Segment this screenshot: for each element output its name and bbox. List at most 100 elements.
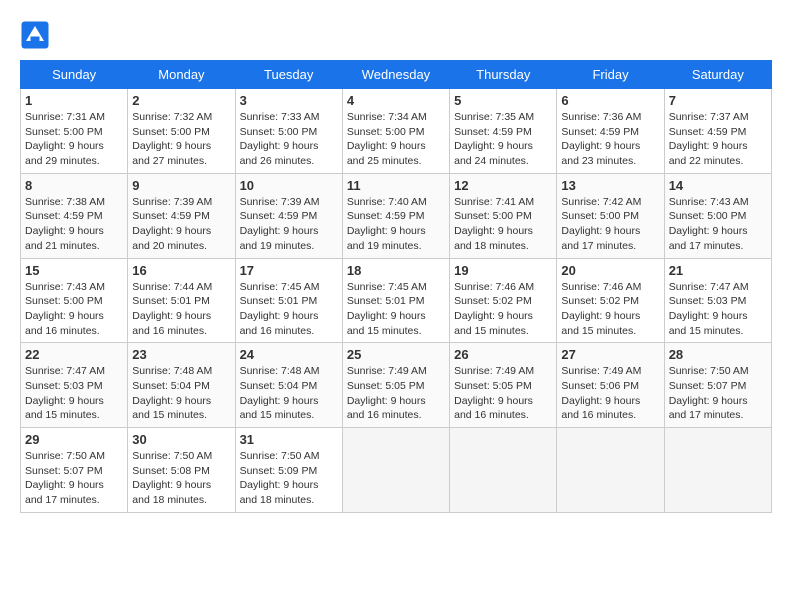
- day-info: Sunrise: 7:39 AMSunset: 4:59 PMDaylight:…: [240, 195, 338, 254]
- day-info: Sunrise: 7:45 AMSunset: 5:01 PMDaylight:…: [240, 280, 338, 339]
- calendar-day: [450, 428, 557, 513]
- day-number: 7: [669, 93, 767, 108]
- day-number: 23: [132, 347, 230, 362]
- calendar-day: [342, 428, 449, 513]
- calendar-day: 9Sunrise: 7:39 AMSunset: 4:59 PMDaylight…: [128, 173, 235, 258]
- calendar-day: 22Sunrise: 7:47 AMSunset: 5:03 PMDayligh…: [21, 343, 128, 428]
- day-info: Sunrise: 7:38 AMSunset: 4:59 PMDaylight:…: [25, 195, 123, 254]
- calendar-day: 27 Sunrise: 7:49 AMSunset: 5:06 PMDayligh…: [557, 343, 664, 428]
- day-number: 25: [347, 347, 445, 362]
- calendar-day: 31 Sunrise: 7:50 AMSunset: 5:09 PMDayligh…: [235, 428, 342, 513]
- day-info: Sunrise: 7:48 AMSunset: 5:04 PMDaylight:…: [240, 364, 338, 423]
- day-number: 11: [347, 178, 445, 193]
- day-info: Sunrise: 7:32 AMSunset: 5:00 PMDaylight:…: [132, 110, 230, 169]
- day-info: Sunrise: 7:47 AMSunset: 5:03 PMDaylight:…: [669, 280, 767, 339]
- calendar-day: 8 Sunrise: 7:38 AMSunset: 4:59 PMDaylight…: [21, 173, 128, 258]
- day-info: Sunrise: 7:41 AMSunset: 5:00 PMDaylight:…: [454, 195, 552, 254]
- weekday-header: Monday: [128, 61, 235, 89]
- day-number: 2: [132, 93, 230, 108]
- day-number: 26: [454, 347, 552, 362]
- calendar-day: 17 Sunrise: 7:45 AMSunset: 5:01 PMDayligh…: [235, 258, 342, 343]
- day-number: 18: [347, 263, 445, 278]
- calendar-day: 12 Sunrise: 7:41 AMSunset: 5:00 PMDayligh…: [450, 173, 557, 258]
- day-number: 1: [25, 93, 123, 108]
- calendar-day: 19 Sunrise: 7:46 AMSunset: 5:02 PMDayligh…: [450, 258, 557, 343]
- calendar-day: 11 Sunrise: 7:40 AMSunset: 4:59 PMDayligh…: [342, 173, 449, 258]
- day-info: Sunrise: 7:43 AMSunset: 5:00 PMDaylight:…: [669, 195, 767, 254]
- day-info: Sunrise: 7:34 AMSunset: 5:00 PMDaylight:…: [347, 110, 445, 169]
- calendar-day: 6 Sunrise: 7:36 AMSunset: 4:59 PMDaylight…: [557, 89, 664, 174]
- weekday-header: Thursday: [450, 61, 557, 89]
- day-info: Sunrise: 7:50 AMSunset: 5:07 PMDaylight:…: [669, 364, 767, 423]
- day-number: 4: [347, 93, 445, 108]
- day-number: 10: [240, 178, 338, 193]
- calendar-day: 24 Sunrise: 7:48 AMSunset: 5:04 PMDayligh…: [235, 343, 342, 428]
- weekday-header: Friday: [557, 61, 664, 89]
- calendar-day: 25 Sunrise: 7:49 AMSunset: 5:05 PMDayligh…: [342, 343, 449, 428]
- day-number: 3: [240, 93, 338, 108]
- calendar-day: 18Sunrise: 7:45 AMSunset: 5:01 PMDayligh…: [342, 258, 449, 343]
- day-info: Sunrise: 7:46 AMSunset: 5:02 PMDaylight:…: [561, 280, 659, 339]
- calendar-week: 1 Sunrise: 7:31 AMSunset: 5:00 PMDaylight…: [21, 89, 772, 174]
- day-number: 14: [669, 178, 767, 193]
- weekday-header: Wednesday: [342, 61, 449, 89]
- calendar-day: 21 Sunrise: 7:47 AMSunset: 5:03 PMDayligh…: [664, 258, 771, 343]
- calendar-day: 1 Sunrise: 7:31 AMSunset: 5:00 PMDaylight…: [21, 89, 128, 174]
- calendar-week: 29 Sunrise: 7:50 AMSunset: 5:07 PMDayligh…: [21, 428, 772, 513]
- calendar-day: 13 Sunrise: 7:42 AMSunset: 5:00 PMDayligh…: [557, 173, 664, 258]
- logo: [20, 20, 54, 50]
- day-number: 5: [454, 93, 552, 108]
- calendar-day: 23Sunrise: 7:48 AMSunset: 5:04 PMDayligh…: [128, 343, 235, 428]
- day-number: 24: [240, 347, 338, 362]
- calendar-day: 30Sunrise: 7:50 AMSunset: 5:08 PMDayligh…: [128, 428, 235, 513]
- calendar-day: 20 Sunrise: 7:46 AMSunset: 5:02 PMDayligh…: [557, 258, 664, 343]
- day-info: Sunrise: 7:42 AMSunset: 5:00 PMDaylight:…: [561, 195, 659, 254]
- calendar-day: 15Sunrise: 7:43 AMSunset: 5:00 PMDayligh…: [21, 258, 128, 343]
- day-info: Sunrise: 7:33 AMSunset: 5:00 PMDaylight:…: [240, 110, 338, 169]
- calendar-day: 5 Sunrise: 7:35 AMSunset: 4:59 PMDaylight…: [450, 89, 557, 174]
- calendar-week: 8 Sunrise: 7:38 AMSunset: 4:59 PMDaylight…: [21, 173, 772, 258]
- day-info: Sunrise: 7:50 AMSunset: 5:07 PMDaylight:…: [25, 449, 123, 508]
- weekday-header: Saturday: [664, 61, 771, 89]
- day-info: Sunrise: 7:50 AMSunset: 5:09 PMDaylight:…: [240, 449, 338, 508]
- day-number: 30: [132, 432, 230, 447]
- day-number: 9: [132, 178, 230, 193]
- day-info: Sunrise: 7:36 AMSunset: 4:59 PMDaylight:…: [561, 110, 659, 169]
- day-number: 13: [561, 178, 659, 193]
- day-number: 17: [240, 263, 338, 278]
- day-number: 20: [561, 263, 659, 278]
- day-number: 27: [561, 347, 659, 362]
- day-number: 28: [669, 347, 767, 362]
- day-info: Sunrise: 7:40 AMSunset: 4:59 PMDaylight:…: [347, 195, 445, 254]
- day-info: Sunrise: 7:46 AMSunset: 5:02 PMDaylight:…: [454, 280, 552, 339]
- logo-icon: [20, 20, 50, 50]
- calendar-day: 16Sunrise: 7:44 AMSunset: 5:01 PMDayligh…: [128, 258, 235, 343]
- weekday-header: Sunday: [21, 61, 128, 89]
- calendar-day: [664, 428, 771, 513]
- calendar-day: 26Sunrise: 7:49 AMSunset: 5:05 PMDayligh…: [450, 343, 557, 428]
- day-info: Sunrise: 7:35 AMSunset: 4:59 PMDaylight:…: [454, 110, 552, 169]
- day-number: 29: [25, 432, 123, 447]
- calendar-day: 7 Sunrise: 7:37 AMSunset: 4:59 PMDaylight…: [664, 89, 771, 174]
- calendar-day: 2 Sunrise: 7:32 AMSunset: 5:00 PMDaylight…: [128, 89, 235, 174]
- calendar-day: 3 Sunrise: 7:33 AMSunset: 5:00 PMDaylight…: [235, 89, 342, 174]
- calendar-week: 22Sunrise: 7:47 AMSunset: 5:03 PMDayligh…: [21, 343, 772, 428]
- day-number: 22: [25, 347, 123, 362]
- calendar-day: [557, 428, 664, 513]
- day-info: Sunrise: 7:43 AMSunset: 5:00 PMDaylight:…: [25, 280, 123, 339]
- day-number: 8: [25, 178, 123, 193]
- day-info: Sunrise: 7:37 AMSunset: 4:59 PMDaylight:…: [669, 110, 767, 169]
- day-number: 19: [454, 263, 552, 278]
- day-number: 16: [132, 263, 230, 278]
- calendar-day: 14 Sunrise: 7:43 AMSunset: 5:00 PMDayligh…: [664, 173, 771, 258]
- calendar-week: 15Sunrise: 7:43 AMSunset: 5:00 PMDayligh…: [21, 258, 772, 343]
- day-info: Sunrise: 7:49 AMSunset: 5:05 PMDaylight:…: [347, 364, 445, 423]
- day-number: 21: [669, 263, 767, 278]
- calendar-day: 29 Sunrise: 7:50 AMSunset: 5:07 PMDayligh…: [21, 428, 128, 513]
- day-info: Sunrise: 7:31 AMSunset: 5:00 PMDaylight:…: [25, 110, 123, 169]
- day-info: Sunrise: 7:49 AMSunset: 5:06 PMDaylight:…: [561, 364, 659, 423]
- day-number: 12: [454, 178, 552, 193]
- day-number: 6: [561, 93, 659, 108]
- day-number: 31: [240, 432, 338, 447]
- calendar-day: 4 Sunrise: 7:34 AMSunset: 5:00 PMDaylight…: [342, 89, 449, 174]
